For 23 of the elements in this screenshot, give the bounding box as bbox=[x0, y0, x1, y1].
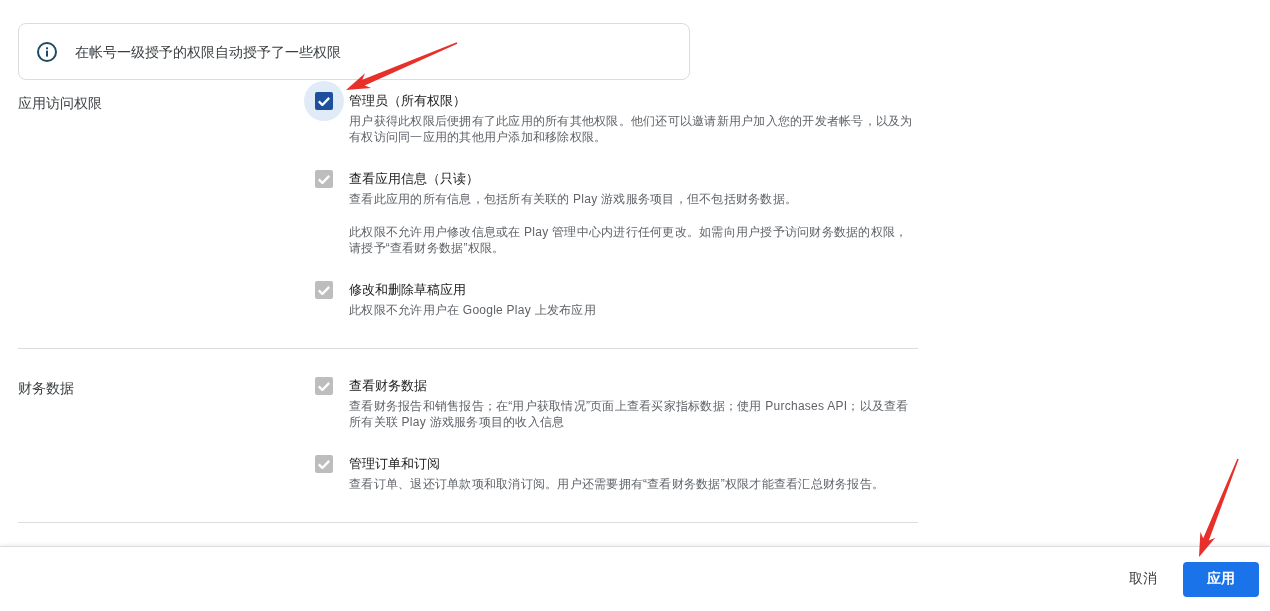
permission-description: 此权限不允许用户修改信息或在 Play 管理中心内进行任何更改。如需向用户授予访问财务数据的权限，请授予“查看财务数据”权限。 bbox=[349, 224, 909, 256]
checkmark-icon bbox=[318, 381, 330, 391]
permission-description: 此权限不允许用户在 Google Play 上发布应用 bbox=[349, 302, 596, 318]
checkmark-icon bbox=[318, 96, 330, 106]
permission-description: 查看财务报告和销售报告；在“用户获取情况”页面上查看买家指标数据；使用 Purchases API；以及查看所有关联 Play 游戏服务项目的收入信息 bbox=[349, 398, 910, 430]
info-icon bbox=[37, 41, 57, 62]
checkmark-icon bbox=[318, 285, 330, 295]
info-message: 在帐号一级授予的权限自动授予了一些权限 bbox=[75, 42, 341, 62]
checkbox[interactable] bbox=[315, 92, 333, 110]
permission-title: 查看应用信息（只读） bbox=[349, 170, 479, 188]
checkmark-icon bbox=[318, 174, 330, 184]
permission-title: 查看财务数据 bbox=[349, 377, 427, 395]
permission-description: 查看订单、退还订单款项和取消订阅。用户还需要拥有“查看财务数据”权限才能查看汇总财务报告。 bbox=[349, 476, 885, 492]
permission-title: 修改和删除草稿应用 bbox=[349, 281, 466, 299]
section-label: 财务数据 bbox=[18, 379, 74, 398]
checkmark-icon bbox=[318, 459, 330, 469]
apply-button[interactable]: 应用 bbox=[1183, 561, 1259, 597]
permission-title: 管理订单和订阅 bbox=[349, 455, 440, 473]
permission-title: 管理员（所有权限） bbox=[349, 92, 466, 110]
permission-description: 用户获得此权限后便拥有了此应用的所有其他权限。他们还可以邀请新用户加入您的开发者帐号，以及为有权访问同一应用的其他用户添加和移除权限。 bbox=[349, 113, 914, 145]
cancel-button[interactable]: 取消 bbox=[1115, 561, 1171, 597]
permission-description: 查看此应用的所有信息，包括所有关联的 Play 游戏服务项目，但不包括财务数据。 bbox=[349, 191, 797, 207]
section-label: 应用访问权限 bbox=[18, 94, 102, 113]
